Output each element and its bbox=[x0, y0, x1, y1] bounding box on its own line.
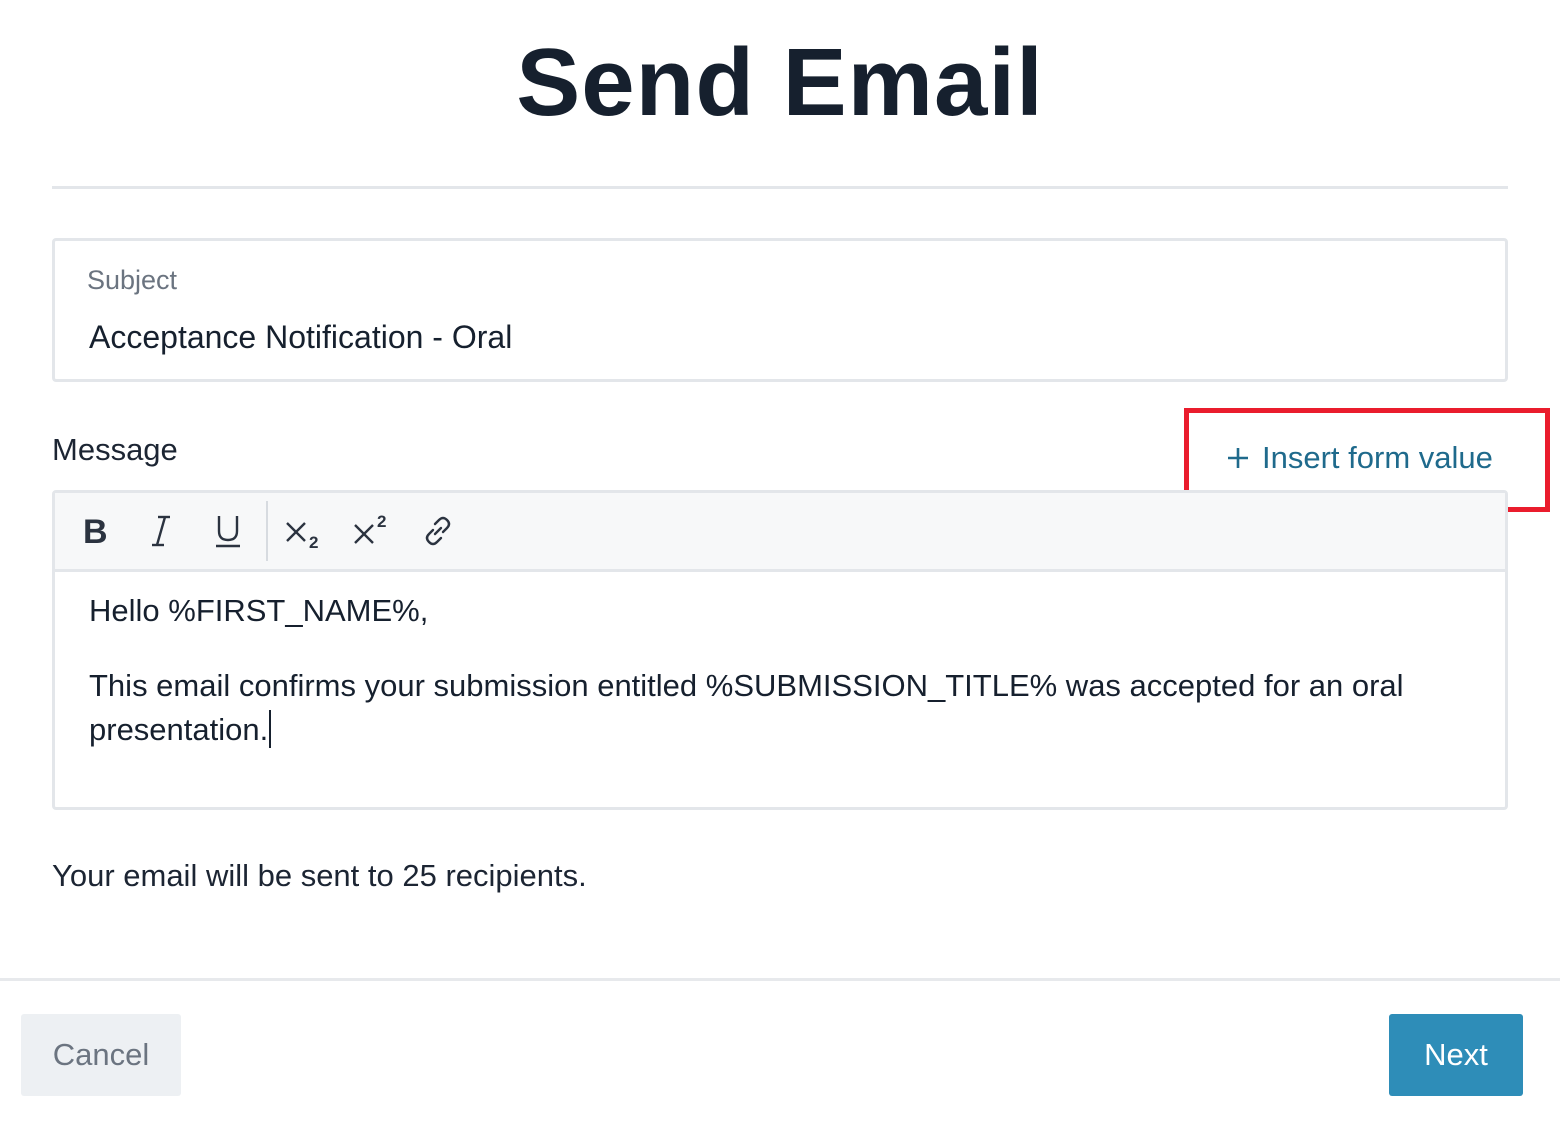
cancel-button[interactable]: Cancel bbox=[21, 1014, 181, 1096]
subject-field[interactable]: Subject Acceptance Notification - Oral bbox=[52, 238, 1508, 382]
recipients-count-text: Your email will be sent to 25 recipients… bbox=[52, 858, 587, 893]
svg-text:2: 2 bbox=[377, 513, 386, 531]
text-caret bbox=[269, 710, 272, 748]
bold-icon[interactable]: B bbox=[68, 503, 124, 559]
page-title: Send Email bbox=[516, 29, 1044, 136]
title-divider bbox=[52, 186, 1508, 189]
svg-text:2: 2 bbox=[309, 533, 318, 549]
svg-text:B: B bbox=[83, 515, 108, 547]
italic-icon[interactable] bbox=[133, 503, 189, 559]
footer-divider bbox=[0, 978, 1560, 981]
subscript-icon[interactable]: 2 bbox=[276, 503, 332, 559]
send-email-dialog: Send Email Subject Acceptance Notificati… bbox=[0, 0, 1560, 1121]
subject-input[interactable]: Acceptance Notification - Oral bbox=[89, 319, 512, 356]
link-icon[interactable] bbox=[410, 503, 466, 559]
message-line-greeting: Hello %FIRST_NAME%, bbox=[89, 593, 429, 628]
next-button[interactable]: Next bbox=[1389, 1014, 1523, 1096]
underline-icon[interactable] bbox=[200, 503, 256, 559]
subject-label: Subject bbox=[87, 265, 178, 295]
message-label: Message bbox=[52, 432, 178, 467]
editor-toolbar: B 2 2 bbox=[55, 493, 1505, 572]
message-editor[interactable]: B 2 2 Hello %FIRST_NAME%, This email con… bbox=[52, 490, 1508, 810]
toolbar-divider bbox=[266, 501, 268, 561]
message-body[interactable]: Hello %FIRST_NAME%, This email confirms … bbox=[89, 589, 1479, 783]
superscript-icon[interactable]: 2 bbox=[344, 503, 400, 559]
message-line-body: This email confirms your submission enti… bbox=[89, 668, 1404, 747]
